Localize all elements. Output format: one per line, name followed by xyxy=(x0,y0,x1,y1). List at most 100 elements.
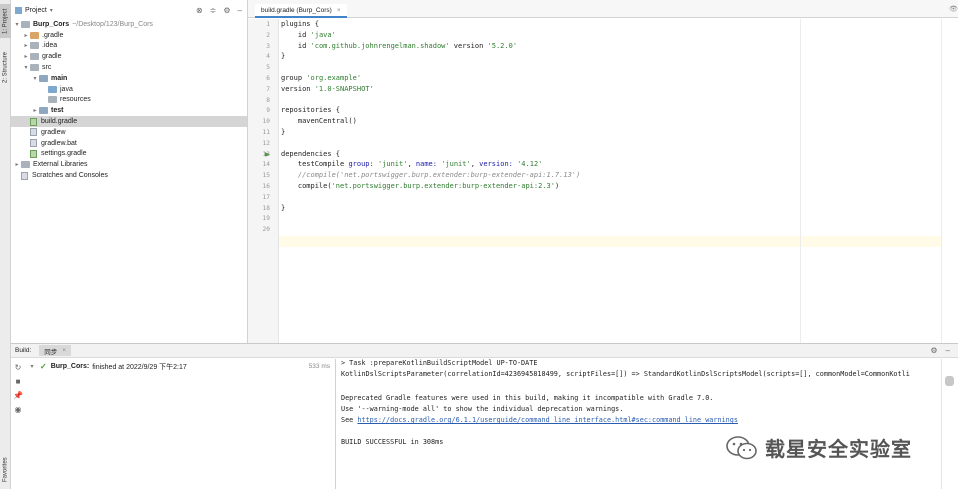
source-folder-icon xyxy=(48,85,57,93)
code-line: plugins { xyxy=(281,20,319,28)
reader-mode-icon[interactable]: 👁 xyxy=(949,5,958,13)
tree-item[interactable]: ▸ External Libraries xyxy=(11,159,247,170)
code-line: repositories { xyxy=(281,106,341,115)
checkmark-icon: ✓ xyxy=(40,362,47,371)
build-toolbar: ↻ ■ 📌 ◉ xyxy=(11,359,25,459)
code-line: group 'org.example' xyxy=(281,74,362,82)
chevron-down-icon[interactable]: ▾ xyxy=(28,363,36,370)
tree-item[interactable]: build.gradle xyxy=(11,116,247,127)
chevron-right-icon[interactable]: ▸ xyxy=(22,53,30,60)
gradle-file-icon xyxy=(30,149,37,158)
tree-item[interactable]: ▸ test xyxy=(11,105,247,116)
line-number: 7 xyxy=(266,85,270,93)
gear-icon[interactable]: ⚙ xyxy=(223,6,230,15)
build-tree: ▾ ✓ Burp_Cors: finished at 2022/9/29 下午2… xyxy=(26,359,336,489)
tree-item-label: gradlew xyxy=(41,128,66,136)
minimize-icon[interactable]: – xyxy=(238,6,242,15)
line-number: 4 xyxy=(266,53,270,61)
console-line: Use '--warning-mode all' to show the ind… xyxy=(341,404,624,413)
build-run-row[interactable]: ▾ ✓ Burp_Cors: finished at 2022/9/29 下午2… xyxy=(26,361,334,372)
project-panel-title[interactable]: Project xyxy=(25,7,47,14)
refresh-icon[interactable]: ↻ xyxy=(13,363,23,373)
folder-icon xyxy=(39,107,48,115)
chevron-down-icon[interactable]: ▾ xyxy=(13,21,21,28)
tree-item[interactable]: gradlew.bat xyxy=(11,138,247,149)
tree-item[interactable]: settings.gradle xyxy=(11,149,247,160)
folder-icon xyxy=(21,20,30,28)
docs-link[interactable]: https://docs.gradle.org/6.1.1/userguide/… xyxy=(357,416,738,424)
tab-sync[interactable]: 同步 × xyxy=(39,345,72,356)
chevron-right-icon[interactable]: ▸ xyxy=(31,107,39,114)
console-row: Deprecated Gradle features were used in … xyxy=(341,394,713,402)
tree-item[interactable]: gradlew xyxy=(11,127,247,138)
pin-icon[interactable]: 📌 xyxy=(13,391,23,401)
tree-item-label: build.gradle xyxy=(41,118,78,126)
tree-item-label: src xyxy=(42,64,52,72)
chevron-down-icon[interactable]: ▾ xyxy=(50,7,53,14)
editor-scrollbar[interactable] xyxy=(941,19,958,343)
tab-structure-vertical[interactable]: 2: Structure xyxy=(0,44,11,90)
folder-icon xyxy=(39,74,48,82)
console-line: BUILD SUCCESSFUL in 308ms xyxy=(341,438,444,447)
console-row: See https://docs.gradle.org/6.1.1/usergu… xyxy=(341,416,738,424)
tree-item[interactable]: ▸ .gradle xyxy=(11,30,247,41)
build-run-status: finished at 2022/9/29 下午2:17 xyxy=(92,363,187,371)
stop-icon[interactable]: ■ xyxy=(13,377,23,387)
gear-icon[interactable]: ⚙ xyxy=(930,346,937,355)
tab-sync-label: 同步 xyxy=(44,348,58,356)
line-number: 12 xyxy=(262,139,270,147)
file-icon xyxy=(30,128,37,137)
chevron-right-icon[interactable]: ▸ xyxy=(13,161,21,168)
line-number: 2 xyxy=(266,31,270,39)
line-number: 20 xyxy=(262,226,270,234)
project-view-icon xyxy=(15,6,22,14)
tree-item-label: Burp_Cors xyxy=(33,20,70,28)
line-number: 17 xyxy=(262,193,270,201)
tree-item[interactable]: resources xyxy=(11,95,247,106)
chevron-down-icon[interactable]: ▾ xyxy=(22,64,30,71)
filter-icon[interactable]: ◉ xyxy=(13,405,23,415)
code-line: //compile('net.portswigger.burp.extender… xyxy=(281,171,581,180)
tree-item[interactable]: ▸ gradle xyxy=(11,51,247,62)
build-run-time: 533 ms xyxy=(308,363,330,370)
console-row: BUILD SUCCESSFUL in 308ms xyxy=(341,438,443,446)
tab-project-vertical[interactable]: 1: Project xyxy=(0,4,11,38)
tree-item-label: External Libraries xyxy=(33,161,88,169)
watermark: 载星安全实验室 xyxy=(725,433,912,462)
editor-tab-bar xyxy=(248,0,958,18)
project-panel-header: Project ▾ ⊗ ≑ ⚙ – xyxy=(11,3,247,17)
collapse-all-icon[interactable]: ⊗ xyxy=(196,6,203,15)
tree-item[interactable]: ▾ main xyxy=(11,73,247,84)
left-tool-strip: 1: Project 2: Structure Favorites xyxy=(0,0,11,489)
tree-item[interactable]: ▾ src xyxy=(11,62,247,73)
code-line: compile('net.portswigger.burp.extender:b… xyxy=(281,182,560,190)
chevron-right-icon[interactable]: ▸ xyxy=(22,42,30,49)
folder-icon xyxy=(30,31,39,39)
code-line: testCompile group: 'junit', name: 'junit… xyxy=(281,160,543,169)
close-icon[interactable]: × xyxy=(62,347,66,354)
sort-icon[interactable]: ≑ xyxy=(210,6,217,15)
code-line: } xyxy=(281,128,286,136)
chevron-right-icon[interactable]: ▸ xyxy=(22,32,30,39)
close-icon[interactable]: × xyxy=(337,7,341,14)
chevron-down-icon[interactable]: ▾ xyxy=(31,75,39,82)
tree-item[interactable]: ▸ .idea xyxy=(11,41,247,52)
tree-item[interactable]: Scratches and Consoles xyxy=(11,170,247,181)
tree-item[interactable]: java xyxy=(11,84,247,95)
build-panel-header: Build: 同步 × ⚙ – xyxy=(11,344,958,358)
run-icon[interactable]: ▶ xyxy=(265,151,270,158)
editor-tab-build-gradle[interactable]: build.gradle (Burp_Cors) × xyxy=(255,4,347,18)
folder-icon xyxy=(30,53,39,61)
minimize-icon[interactable]: – xyxy=(946,346,950,355)
tree-item-label: gradlew.bat xyxy=(41,139,77,147)
file-icon xyxy=(21,171,28,180)
console-scroll-thumb[interactable] xyxy=(945,376,954,386)
code-line: } xyxy=(281,203,286,212)
line-number: 18 xyxy=(262,204,270,212)
gradle-file-icon xyxy=(30,117,37,126)
tree-item[interactable]: ▾ Burp_Cors ~/Desktop/123/Burp_Cors xyxy=(11,19,247,30)
tab-favorites-vertical[interactable]: Favorites xyxy=(0,455,11,485)
line-number: 16 xyxy=(262,183,270,190)
line-number: 11 xyxy=(262,129,270,136)
right-margin-guide xyxy=(800,19,801,343)
